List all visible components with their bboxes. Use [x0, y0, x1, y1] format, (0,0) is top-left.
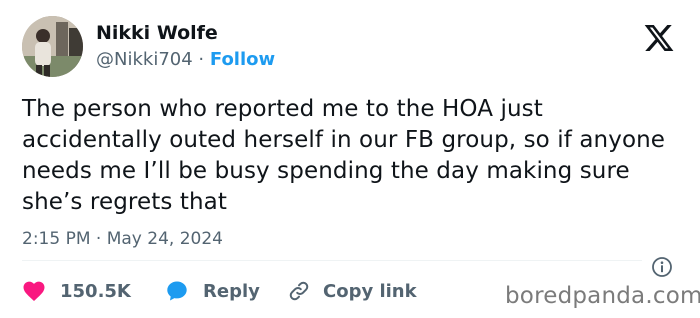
x-logo-icon[interactable] [642, 22, 676, 54]
copy-link-label: Copy link [323, 280, 417, 302]
info-icon[interactable] [651, 256, 673, 278]
like-count: 150.5K [60, 280, 131, 302]
author-handle[interactable]: @Nikki704 [96, 49, 193, 70]
author-handle-row: @Nikki704 · Follow [96, 49, 275, 70]
copy-link-button[interactable]: Copy link [287, 278, 417, 304]
speech-bubble-icon [167, 281, 187, 301]
divider [22, 260, 642, 261]
heart-icon [23, 281, 45, 301]
reply-button[interactable]: Reply [165, 278, 260, 304]
link-icon [289, 281, 309, 301]
author-name[interactable]: Nikki Wolfe [96, 22, 218, 44]
like-button[interactable]: 150.5K [22, 278, 131, 304]
handle-separator: · [198, 49, 205, 70]
reply-label: Reply [203, 280, 260, 302]
tweet-card: Nikki Wolfe @Nikki704 · Follow The perso… [0, 0, 700, 318]
tweet-text: The person who reported me to the HOA ju… [22, 96, 666, 215]
follow-button[interactable]: Follow [210, 49, 275, 70]
watermark: boredpanda.com [505, 283, 700, 309]
tweet-timestamp[interactable]: 2:15 PM · May 24, 2024 [22, 229, 223, 249]
avatar[interactable] [22, 16, 83, 77]
